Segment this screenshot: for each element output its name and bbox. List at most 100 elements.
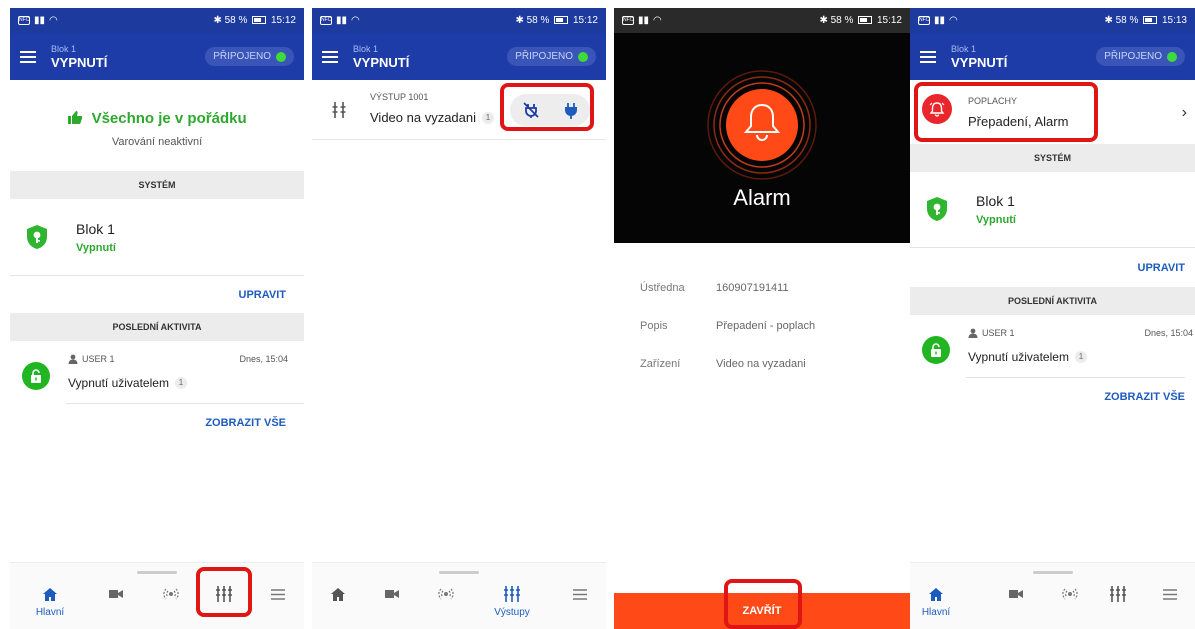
hamburger-icon[interactable]	[20, 50, 36, 63]
status-right: ✱ 58 % 15:13	[1104, 15, 1187, 26]
status-icons: NFC ▮▮ ◠	[918, 15, 958, 26]
status-right: ✱ 58 % 15:12	[213, 15, 296, 26]
clock: 15:12	[876, 15, 902, 26]
system-item[interactable]: Blok 1 Vypnutí	[10, 206, 304, 268]
activity-user: USER 1	[968, 328, 1015, 338]
alarm-panel: Alarm	[614, 33, 910, 243]
nav-cameras[interactable]	[368, 585, 416, 603]
user-icon	[968, 328, 978, 338]
nav-list[interactable]	[556, 585, 604, 603]
list-icon	[271, 588, 285, 600]
nav-home[interactable]: Hlavní	[26, 585, 74, 618]
signal-icon: ▮▮	[638, 15, 650, 26]
show-all-button[interactable]: ZOBRAZIT VŠE	[1104, 391, 1185, 403]
detail-key: Zařízení	[640, 358, 681, 370]
nav-home[interactable]: Hlavní	[912, 585, 960, 618]
bottom-nav: Výstupy	[312, 562, 606, 629]
app-bar: Blok 1 VYPNUTÍ PŘIPOJENO	[312, 33, 606, 80]
activity-time: Dnes, 15:04	[1144, 328, 1193, 338]
hamburger-icon[interactable]	[920, 50, 936, 63]
connection-dot	[578, 51, 588, 62]
connection-dot	[276, 51, 286, 62]
highlight-box-close	[724, 579, 802, 629]
battery-percent: 58 %	[526, 15, 550, 26]
nav-outputs[interactable]	[1094, 585, 1142, 603]
system-name: Blok 1	[976, 192, 1015, 209]
bottom-nav: Hlavní	[10, 562, 304, 629]
app-titles: Blok 1 VYPNUTÍ	[51, 44, 108, 70]
signal-icon: ▮▮	[336, 15, 348, 26]
clock: 15:12	[572, 15, 598, 26]
home-icon	[43, 587, 57, 601]
bluetooth-icon: ✱	[515, 15, 524, 26]
nav-detectors[interactable]	[1046, 585, 1094, 603]
nav-detectors[interactable]	[147, 585, 195, 603]
nav-outputs[interactable]: Výstupy	[488, 585, 536, 618]
activity-user-name: USER 1	[82, 354, 115, 364]
divider	[10, 275, 304, 276]
nav-list[interactable]	[254, 585, 302, 603]
bluetooth-icon: ✱	[213, 15, 222, 26]
edit-button[interactable]: UPRAVIT	[1138, 262, 1185, 274]
drawer-handle[interactable]	[1032, 571, 1073, 574]
battery-percent: 58 %	[830, 15, 854, 26]
detail-key: Popis	[640, 320, 668, 332]
app-title: VYPNUTÍ	[51, 54, 108, 70]
hamburger-icon[interactable]	[322, 50, 338, 63]
status-bar: NFC ▮▮ ◠ ✱ 58 % 15:13	[910, 8, 1195, 33]
status-bar: NFC ▮▮ ◠ ✱ 58 % 15:12	[614, 8, 910, 33]
system-name: Blok 1	[76, 220, 115, 237]
nav-home[interactable]	[314, 585, 362, 603]
activity-text: Vypnutí uživatelem 1	[968, 350, 1087, 364]
status-icons: NFC ▮▮ ◠	[622, 15, 662, 26]
activity-header: POSLEDNÍ AKTIVITA	[10, 313, 304, 341]
connection-label: PŘIPOJENO	[515, 51, 573, 62]
lock-icon	[922, 336, 950, 364]
status-title: Všechno je v pořádku	[91, 110, 247, 127]
outputs-icon	[1110, 586, 1126, 602]
activity-item[interactable]: USER 1 Dnes, 15:04 Vypnutí uživatelem 1	[910, 322, 1195, 378]
highlight-box-outputs	[196, 567, 252, 617]
nav-list[interactable]	[1146, 585, 1194, 603]
detector-icon	[438, 588, 454, 600]
divider	[966, 377, 1185, 378]
app-title: VYPNUTÍ	[951, 54, 1008, 70]
divider	[910, 247, 1195, 248]
system-text: Blok 1 Vypnutí	[76, 221, 116, 254]
drawer-handle[interactable]	[439, 571, 479, 574]
activity-user: USER 1	[68, 354, 115, 364]
status-icons: NFC ▮▮ ◠	[320, 15, 360, 26]
show-all-button[interactable]: ZOBRAZIT VŠE	[205, 417, 286, 429]
detail-value: Přepadení - poplach	[716, 320, 816, 332]
edit-button[interactable]: UPRAVIT	[239, 289, 286, 301]
nav-cameras[interactable]	[992, 585, 1040, 603]
status-right: ✱ 58 % 15:12	[515, 15, 598, 26]
screen-home: NFC ▮▮ ◠ ✱ 58 % 15:12 Blok 1 VYPNUTÍ PŘI…	[10, 0, 304, 629]
app-titles: Blok 1 VYPNUTÍ	[353, 43, 409, 69]
wifi-icon: ◠	[949, 15, 958, 26]
camera-icon	[385, 590, 399, 598]
status-subtitle: Varování neaktivní	[111, 136, 203, 148]
activity-header: POSLEDNÍ AKTIVITA	[910, 287, 1195, 315]
nav-home-label: Hlavní	[35, 607, 65, 618]
status-right: ✱ 58 % 15:12	[819, 15, 902, 26]
shield-key-icon	[27, 225, 47, 249]
chevron-right-icon: ›	[1181, 104, 1187, 121]
highlight-box-alarms	[914, 82, 1098, 142]
drawer-handle[interactable]	[137, 571, 177, 574]
nav-detectors[interactable]	[422, 585, 470, 603]
battery-icon	[252, 16, 267, 25]
app-titles: Blok 1 VYPNUTÍ	[951, 44, 1008, 70]
status-bar: NFC ▮▮ ◠ ✱ 58 % 15:12	[10, 8, 304, 33]
status-icons: NFC ▮▮ ◠	[18, 15, 58, 26]
app-subtitle: Blok 1	[353, 43, 379, 54]
activity-user-name: USER 1	[982, 328, 1015, 338]
activity-item[interactable]: USER 1 Dnes, 15:04 Vypnutí uživatelem 1	[10, 348, 294, 404]
bottom-nav: Hlavní	[910, 562, 1195, 629]
nav-cameras[interactable]	[92, 585, 140, 603]
system-item[interactable]: Blok 1 Vypnutí	[910, 178, 1195, 240]
wifi-icon: ◠	[49, 15, 58, 26]
user-icon	[68, 354, 78, 364]
thumbs-up-icon	[68, 111, 83, 124]
screen-home-alarm: NFC ▮▮ ◠ ✱ 58 % 15:13 Blok 1 VYPNUTÍ PŘI…	[910, 0, 1195, 629]
